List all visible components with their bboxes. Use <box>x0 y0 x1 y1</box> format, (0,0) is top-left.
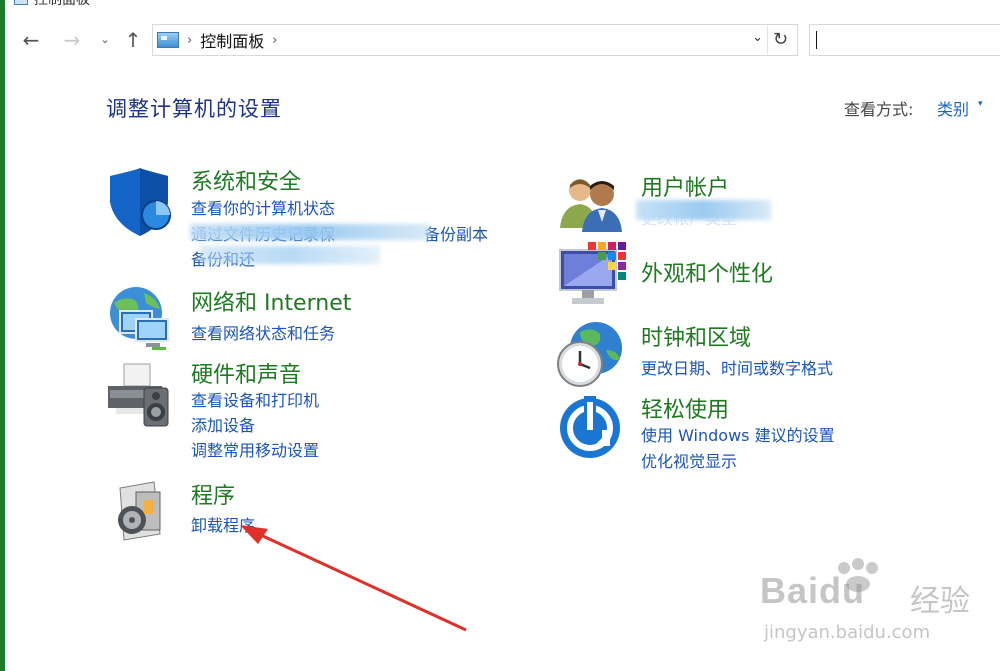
category-title-programs[interactable]: 程序 <box>191 478 235 510</box>
forward-button[interactable]: → <box>60 28 84 52</box>
up-button[interactable]: ↑ <box>121 28 145 52</box>
printer-speaker-icon[interactable] <box>106 360 176 430</box>
link-devices-printers[interactable]: 查看设备和打印机 <box>191 387 319 411</box>
breadcrumb-control-panel[interactable]: 控制面板 <box>200 28 264 52</box>
control-panel-icon <box>14 0 28 5</box>
chevron-down-icon[interactable]: ▾ <box>978 99 983 109</box>
category-title-user-accounts[interactable]: 用户帐户 <box>641 170 729 202</box>
link-date-time-format[interactable]: 更改日期、时间或数字格式 <box>641 355 833 379</box>
window-edge <box>0 0 5 671</box>
recent-locations-button[interactable]: ⌄ <box>93 28 117 52</box>
redaction-blur <box>636 200 771 220</box>
link-optimize-visual-display[interactable]: 优化视觉显示 <box>641 448 737 472</box>
breadcrumb-separator[interactable]: › <box>187 33 192 48</box>
link-windows-recommended-settings[interactable]: 使用 Windows 建议的设置 <box>641 422 835 446</box>
breadcrumb-separator[interactable]: › <box>272 33 277 48</box>
clock-globe-icon[interactable] <box>556 320 626 390</box>
watermark-url: jingyan.baidu.com <box>764 622 931 643</box>
page-title: 调整计算机的设置 <box>106 97 282 121</box>
refresh-button[interactable]: ↻ <box>767 26 793 54</box>
link-file-history-backup-tail[interactable]: 备份副本 <box>424 221 488 245</box>
text-cursor <box>816 31 817 49</box>
network-globe-icon[interactable] <box>106 285 176 355</box>
category-title-network-internet[interactable]: 网络和 Internet <box>191 285 351 317</box>
category-title-ease-of-access[interactable]: 轻松使用 <box>641 392 729 424</box>
users-icon[interactable] <box>558 170 628 240</box>
paw-icon <box>838 558 878 592</box>
link-view-network-status[interactable]: 查看网络状态和任务 <box>191 320 335 344</box>
view-by-label: 查看方式: <box>844 100 914 119</box>
back-button[interactable]: ← <box>19 28 43 52</box>
redaction-blur <box>190 224 430 240</box>
watermark-brand-cn: 经验 <box>910 584 970 619</box>
link-view-computer-status[interactable]: 查看你的计算机状态 <box>191 195 335 219</box>
link-uninstall-program[interactable]: 卸载程序 <box>191 512 255 536</box>
redaction-blur <box>200 246 380 264</box>
category-title-hardware-sound[interactable]: 硬件和声音 <box>191 357 301 389</box>
shield-icon[interactable] <box>106 168 176 238</box>
category-title-appearance[interactable]: 外观和个性化 <box>641 256 773 288</box>
title-bar: 控制面板 <box>14 0 90 8</box>
address-dropdown-button[interactable]: ⌄ <box>752 30 763 45</box>
category-title-clock-region[interactable]: 时钟和区域 <box>641 320 751 352</box>
programs-icon[interactable] <box>110 474 180 544</box>
address-bar[interactable]: › 控制面板 › ⌄ ↻ <box>152 24 798 56</box>
search-input[interactable] <box>809 24 1000 56</box>
monitor-palette-icon[interactable] <box>558 240 628 310</box>
control-panel-icon <box>157 32 179 48</box>
window-title: 控制面板 <box>34 0 90 8</box>
view-by-dropdown[interactable]: 类别 <box>937 96 969 120</box>
link-add-device[interactable]: 添加设备 <box>191 412 255 436</box>
baidu-watermark: Baidu 经验 jingyan.baidu.com <box>760 558 970 643</box>
ease-of-access-icon[interactable] <box>558 392 628 462</box>
category-title-system-security[interactable]: 系统和安全 <box>191 164 301 196</box>
link-mobility-settings[interactable]: 调整常用移动设置 <box>191 437 319 461</box>
